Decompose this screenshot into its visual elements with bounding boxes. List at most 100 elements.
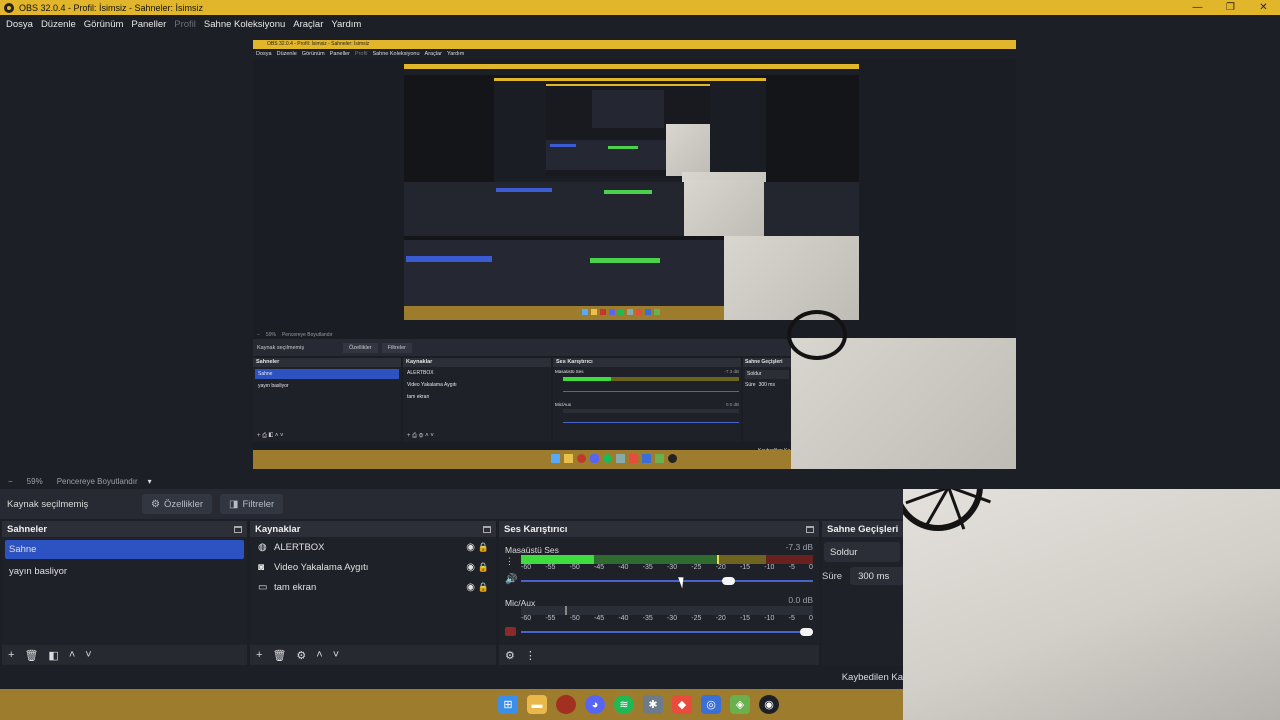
nested-scene-item: yayın basliyor <box>258 383 289 389</box>
menu-docks[interactable]: Paneller <box>127 19 170 30</box>
channel-db: 0.0 dB <box>788 595 813 605</box>
volume-slider-knob[interactable] <box>800 628 813 636</box>
meter-tick-label: -20 <box>715 564 726 571</box>
source-item-alertbox[interactable]: ◍ ALERTBOX ◉ 🔒 <box>250 537 496 557</box>
gear-icon: ⚙ <box>151 498 160 510</box>
obs-icon[interactable]: ◉ <box>759 695 779 714</box>
volume-slider-knob[interactable] <box>721 577 735 585</box>
window-controls: — ❐ ✕ <box>1181 0 1280 15</box>
menu-scene-collection[interactable]: Sahne Koleksiyonu <box>200 19 289 30</box>
nested-zoom: 59% <box>265 331 276 338</box>
nested-obs-frame: OBS 32.0.4 - Profil: İsimsiz - Sahneler:… <box>253 40 1016 469</box>
windows-start-icon[interactable]: ⊞ <box>498 695 518 714</box>
meter-tick-label: -10 <box>764 564 775 571</box>
obs-window: OBS 32.0.4 - Profil: İsimsiz - Sahneler:… <box>0 0 1280 720</box>
volume-slider[interactable] <box>521 628 813 636</box>
channel-menu-icon[interactable]: ⋮ <box>505 556 514 567</box>
mixer-title: Ses Karıştırıcı <box>504 523 568 535</box>
record-app-icon[interactable] <box>556 695 576 714</box>
source-item-full-screen[interactable]: ▭ tam ekran ◉ 🔒 <box>250 577 496 597</box>
scene-item-yayin-basliyor[interactable]: yayın basliyor <box>5 562 244 581</box>
close-button[interactable]: ✕ <box>1247 0 1280 15</box>
meter-ticks: -60 -55 -50 -45 -40 -35 -30 -25 -20 -15 -10 -5 0 <box>521 564 813 573</box>
blue-app-icon[interactable]: ◎ <box>701 695 721 714</box>
scene-filters-icon[interactable]: ◧ <box>48 649 58 662</box>
nested-dur-label: Süre <box>745 382 756 388</box>
zoom-out-button[interactable]: − <box>8 477 13 486</box>
properties-button[interactable]: ⚙ Özellikler <box>142 494 213 514</box>
menu-file[interactable]: Dosya <box>2 19 37 30</box>
nested-source-item: Video Yakalama Aygıtı <box>407 382 457 388</box>
scene-transitions-dock: Sahne Geçişleri Soldur Süre 300 ms <box>822 521 905 665</box>
eye-icon[interactable]: ◉ <box>466 542 475 553</box>
add-source-icon[interactable]: + <box>256 649 262 661</box>
menu-help[interactable]: Yardım <box>327 19 365 30</box>
eye-icon[interactable]: ◉ <box>466 562 475 573</box>
windows-taskbar: ⊞ ▬ ◕ ≋ ✱ ◆ ◎ ◈ ◉ <box>0 689 903 720</box>
settings-app-icon[interactable]: ✱ <box>643 695 663 714</box>
remove-scene-icon[interactable]: 🗑 <box>24 649 38 662</box>
move-up-icon[interactable]: ˄ <box>69 649 75 661</box>
volume-meter <box>521 555 813 564</box>
undock-icon[interactable] <box>806 525 814 533</box>
filters-button[interactable]: ◨ Filtreler <box>220 494 284 514</box>
source-name: Video Yakalama Aygıtı <box>274 561 369 573</box>
move-down-icon[interactable]: ˅ <box>333 649 339 661</box>
green-app-icon[interactable]: ◈ <box>730 695 750 714</box>
muted-speaker-icon[interactable] <box>505 627 516 636</box>
source-settings-icon[interactable]: ⚙ <box>296 649 306 662</box>
nested-mix-db: -7.3 dB <box>724 369 739 374</box>
menu-profile[interactable]: Profil <box>170 19 200 30</box>
nested-scene-item: Sahne <box>255 369 399 379</box>
undock-icon[interactable] <box>483 525 491 533</box>
nested-trans-title: Sahne Geçişleri <box>743 358 791 367</box>
file-explorer-icon[interactable]: ▬ <box>527 695 547 714</box>
spotify-icon[interactable]: ≋ <box>614 695 634 714</box>
remove-source-icon[interactable]: 🗑 <box>272 649 286 662</box>
maximize-button[interactable]: ❐ <box>1214 0 1247 15</box>
meter-tick-label: -15 <box>739 615 751 622</box>
move-up-icon[interactable]: ˄ <box>316 649 322 661</box>
nested-props: Özellikler <box>343 342 378 353</box>
preview-area: OBS 32.0.4 - Profil: İsimsiz - Sahneler:… <box>0 33 1280 474</box>
undock-icon[interactable] <box>234 525 242 533</box>
menu-tools[interactable]: Araçlar <box>289 19 327 30</box>
move-down-icon[interactable]: ˅ <box>85 649 91 661</box>
menu-edit[interactable]: Düzenle <box>37 19 80 30</box>
minimize-button[interactable]: — <box>1181 0 1214 15</box>
meter-tick-label: -30 <box>666 615 678 622</box>
scene-item-sahne[interactable]: Sahne <box>5 540 244 559</box>
transitions-header: Sahne Geçişleri <box>822 521 905 537</box>
lock-icon[interactable]: 🔒 <box>478 562 489 573</box>
lock-icon[interactable]: 🔒 <box>478 582 489 593</box>
mixer-menu-icon[interactable]: ⋮ <box>525 649 536 662</box>
menu-view[interactable]: Görünüm <box>80 19 128 30</box>
meter-tick-label: -5 <box>788 615 795 622</box>
duration-label: Süre <box>822 570 843 582</box>
source-item-video-capture[interactable]: ◙ Video Yakalama Aygıtı ◉ 🔒 <box>250 557 496 577</box>
nested-preview-4 <box>546 84 710 176</box>
lock-icon[interactable]: 🔒 <box>478 542 489 553</box>
meter-tick-label: -60 <box>521 615 532 622</box>
nested-trans-dock: Sahne Geçişleri Soldur Süre 300 ms <box>743 358 791 442</box>
meter-tick-label: -5 <box>788 564 795 571</box>
add-scene-icon[interactable]: + <box>8 649 14 661</box>
preview-canvas[interactable]: OBS 32.0.4 - Profil: İsimsiz - Sahneler:… <box>253 40 1016 469</box>
transition-select[interactable]: Soldur <box>824 542 900 562</box>
mixer-channel-mic: Mic/Aux 0.0 dB -60 -55 -50 -45 -40 -35 -30 -25-… <box>505 595 813 639</box>
red-app-icon[interactable]: ◆ <box>672 695 692 714</box>
nested-mix-name: Mic/Aux <box>555 402 572 407</box>
scenes-header: Sahneler <box>2 521 247 537</box>
meter-tick-label: -55 <box>545 615 556 622</box>
nested-fit: Pencereye Boyutlandır <box>281 331 333 338</box>
fit-to-window-label[interactable]: Pencereye Boyutlandır <box>57 477 138 486</box>
speaker-icon[interactable]: 🔊 <box>505 574 517 585</box>
volume-slider[interactable] <box>521 577 813 585</box>
advanced-audio-icon[interactable]: ⚙ <box>505 649 515 662</box>
discord-icon[interactable]: ◕ <box>585 695 605 714</box>
meter-tick-label: -10 <box>764 615 775 622</box>
duration-input[interactable]: 300 ms <box>850 567 905 585</box>
zoom-dropdown-icon[interactable]: ▾ <box>148 477 152 486</box>
filters-label: Filtreler <box>242 498 275 510</box>
eye-icon[interactable]: ◉ <box>466 582 475 593</box>
